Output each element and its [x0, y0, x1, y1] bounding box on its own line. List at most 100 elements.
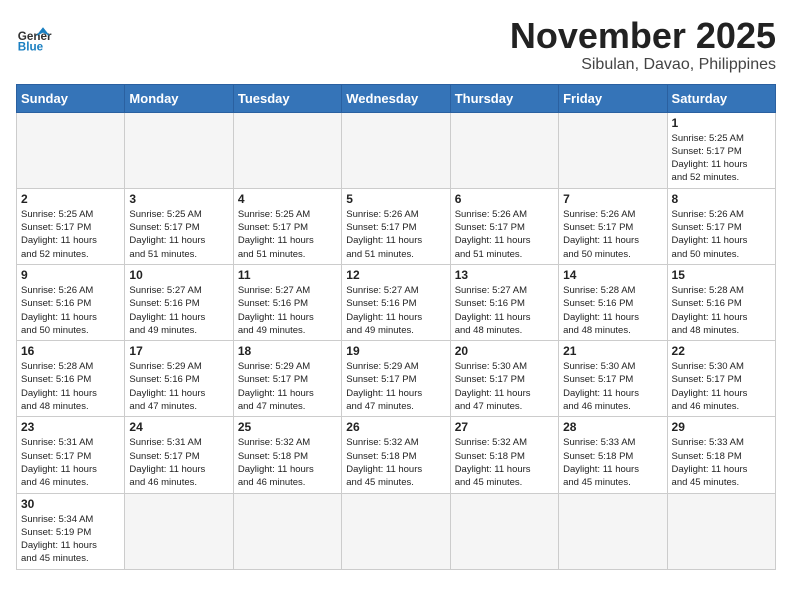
day-info: Sunrise: 5:25 AMSunset: 5:17 PMDaylight:…: [238, 208, 337, 261]
day-info: Sunrise: 5:32 AMSunset: 5:18 PMDaylight:…: [238, 436, 337, 489]
day-info: Sunrise: 5:29 AMSunset: 5:17 PMDaylight:…: [238, 360, 337, 413]
day-cell: 30 Sunrise: 5:34 AMSunset: 5:19 PMDayligh…: [17, 493, 125, 569]
day-cell: 4Sunrise: 5:25 AMSunset: 5:17 PMDaylight…: [233, 188, 341, 264]
day-cell: 22 Sunrise: 5:30 AMSunset: 5:17 PMDayligh…: [667, 341, 775, 417]
day-info: Sunrise: 5:25 AMSunset: 5:17 PMDaylight:…: [672, 132, 771, 185]
day-number: 7: [563, 192, 662, 206]
day-cell: 24Sunrise: 5:31 AMSunset: 5:17 PMDayligh…: [125, 417, 233, 493]
day-info: Sunrise: 5:32 AMSunset: 5:18 PMDaylight:…: [346, 436, 445, 489]
day-info: Sunrise: 5:30 AMSunset: 5:17 PMDaylight:…: [672, 360, 771, 413]
logo: General Blue: [16, 20, 52, 56]
day-info: Sunrise: 5:32 AMSunset: 5:18 PMDaylight:…: [455, 436, 554, 489]
day-number: 23: [21, 420, 120, 434]
day-number: 11: [238, 268, 337, 282]
day-cell: 5 Sunrise: 5:26 AMSunset: 5:17 PMDaylight…: [342, 188, 450, 264]
day-info: Sunrise: 5:26 AMSunset: 5:17 PMDaylight:…: [346, 208, 445, 261]
weekday-header-monday: Monday: [125, 84, 233, 112]
day-cell: 25Sunrise: 5:32 AMSunset: 5:18 PMDayligh…: [233, 417, 341, 493]
day-cell: [233, 493, 341, 569]
day-number: 5: [346, 192, 445, 206]
day-cell: 10 Sunrise: 5:27 AMSunset: 5:16 PMDayligh…: [125, 264, 233, 340]
day-number: 17: [129, 344, 228, 358]
weekday-header-friday: Friday: [559, 84, 667, 112]
week-row-3: 9Sunrise: 5:26 AMSunset: 5:16 PMDaylight…: [17, 264, 776, 340]
day-number: 19: [346, 344, 445, 358]
day-cell: 6Sunrise: 5:26 AMSunset: 5:17 PMDaylight…: [450, 188, 558, 264]
day-number: 20: [455, 344, 554, 358]
day-number: 1: [672, 116, 771, 130]
day-info: Sunrise: 5:31 AMSunset: 5:17 PMDaylight:…: [21, 436, 120, 489]
day-cell: [233, 112, 341, 188]
day-number: 12: [346, 268, 445, 282]
weekday-header-tuesday: Tuesday: [233, 84, 341, 112]
day-cell: [125, 493, 233, 569]
day-cell: [342, 112, 450, 188]
day-cell: 23 Sunrise: 5:31 AMSunset: 5:17 PMDayligh…: [17, 417, 125, 493]
day-info: Sunrise: 5:29 AMSunset: 5:17 PMDaylight:…: [346, 360, 445, 413]
day-info: Sunrise: 5:34 AMSunset: 5:19 PMDaylight:…: [21, 513, 120, 566]
day-cell: 9Sunrise: 5:26 AMSunset: 5:16 PMDaylight…: [17, 264, 125, 340]
day-number: 8: [672, 192, 771, 206]
day-number: 29: [672, 420, 771, 434]
day-cell: 1 Sunrise: 5:25 AMSunset: 5:17 PMDaylight…: [667, 112, 775, 188]
day-info: Sunrise: 5:31 AMSunset: 5:17 PMDaylight:…: [129, 436, 228, 489]
weekday-header-sunday: Sunday: [17, 84, 125, 112]
header: General Blue November 2025 Sibulan, Dava…: [16, 16, 776, 74]
week-row-1: 1 Sunrise: 5:25 AMSunset: 5:17 PMDaylight…: [17, 112, 776, 188]
day-number: 13: [455, 268, 554, 282]
day-info: Sunrise: 5:28 AMSunset: 5:16 PMDaylight:…: [21, 360, 120, 413]
day-number: 2: [21, 192, 120, 206]
day-number: 21: [563, 344, 662, 358]
weekday-header-thursday: Thursday: [450, 84, 558, 112]
day-number: 30: [21, 497, 120, 511]
day-cell: [667, 493, 775, 569]
day-cell: 29 Sunrise: 5:33 AMSunset: 5:18 PMDayligh…: [667, 417, 775, 493]
day-number: 10: [129, 268, 228, 282]
day-cell: [450, 112, 558, 188]
day-info: Sunrise: 5:27 AMSunset: 5:16 PMDaylight:…: [346, 284, 445, 337]
day-number: 22: [672, 344, 771, 358]
day-cell: 16 Sunrise: 5:28 AMSunset: 5:16 PMDayligh…: [17, 341, 125, 417]
day-cell: 2 Sunrise: 5:25 AMSunset: 5:17 PMDaylight…: [17, 188, 125, 264]
day-cell: 21 Sunrise: 5:30 AMSunset: 5:17 PMDayligh…: [559, 341, 667, 417]
day-info: Sunrise: 5:30 AMSunset: 5:17 PMDaylight:…: [563, 360, 662, 413]
day-info: Sunrise: 5:33 AMSunset: 5:18 PMDaylight:…: [672, 436, 771, 489]
day-number: 9: [21, 268, 120, 282]
day-cell: 15 Sunrise: 5:28 AMSunset: 5:16 PMDayligh…: [667, 264, 775, 340]
day-info: Sunrise: 5:27 AMSunset: 5:16 PMDaylight:…: [129, 284, 228, 337]
day-cell: 20 Sunrise: 5:30 AMSunset: 5:17 PMDayligh…: [450, 341, 558, 417]
day-number: 27: [455, 420, 554, 434]
day-cell: 8 Sunrise: 5:26 AMSunset: 5:17 PMDaylight…: [667, 188, 775, 264]
day-cell: 19 Sunrise: 5:29 AMSunset: 5:17 PMDayligh…: [342, 341, 450, 417]
day-info: Sunrise: 5:25 AMSunset: 5:17 PMDaylight:…: [129, 208, 228, 261]
location-title: Sibulan, Davao, Philippines: [510, 56, 776, 74]
day-number: 18: [238, 344, 337, 358]
logo-icon: General Blue: [16, 20, 52, 56]
weekday-header-row: SundayMondayTuesdayWednesdayThursdayFrid…: [17, 84, 776, 112]
weekday-header-wednesday: Wednesday: [342, 84, 450, 112]
day-info: Sunrise: 5:26 AMSunset: 5:17 PMDaylight:…: [672, 208, 771, 261]
day-cell: 26 Sunrise: 5:32 AMSunset: 5:18 PMDayligh…: [342, 417, 450, 493]
day-number: 15: [672, 268, 771, 282]
day-cell: 11 Sunrise: 5:27 AMSunset: 5:16 PMDayligh…: [233, 264, 341, 340]
day-info: Sunrise: 5:25 AMSunset: 5:17 PMDaylight:…: [21, 208, 120, 261]
day-info: Sunrise: 5:27 AMSunset: 5:16 PMDaylight:…: [238, 284, 337, 337]
svg-text:Blue: Blue: [18, 41, 44, 54]
day-cell: 17 Sunrise: 5:29 AMSunset: 5:16 PMDayligh…: [125, 341, 233, 417]
week-row-5: 23 Sunrise: 5:31 AMSunset: 5:17 PMDayligh…: [17, 417, 776, 493]
calendar-table: SundayMondayTuesdayWednesdayThursdayFrid…: [16, 84, 776, 570]
day-info: Sunrise: 5:28 AMSunset: 5:16 PMDaylight:…: [672, 284, 771, 337]
day-number: 26: [346, 420, 445, 434]
day-cell: 28Sunrise: 5:33 AMSunset: 5:18 PMDayligh…: [559, 417, 667, 493]
month-title: November 2025: [510, 16, 776, 56]
day-cell: [17, 112, 125, 188]
weekday-header-saturday: Saturday: [667, 84, 775, 112]
day-info: Sunrise: 5:30 AMSunset: 5:17 PMDaylight:…: [455, 360, 554, 413]
week-row-4: 16 Sunrise: 5:28 AMSunset: 5:16 PMDayligh…: [17, 341, 776, 417]
day-cell: [125, 112, 233, 188]
day-cell: 18 Sunrise: 5:29 AMSunset: 5:17 PMDayligh…: [233, 341, 341, 417]
day-number: 16: [21, 344, 120, 358]
day-cell: 3Sunrise: 5:25 AMSunset: 5:17 PMDaylight…: [125, 188, 233, 264]
day-info: Sunrise: 5:29 AMSunset: 5:16 PMDaylight:…: [129, 360, 228, 413]
title-block: November 2025 Sibulan, Davao, Philippine…: [510, 16, 776, 74]
